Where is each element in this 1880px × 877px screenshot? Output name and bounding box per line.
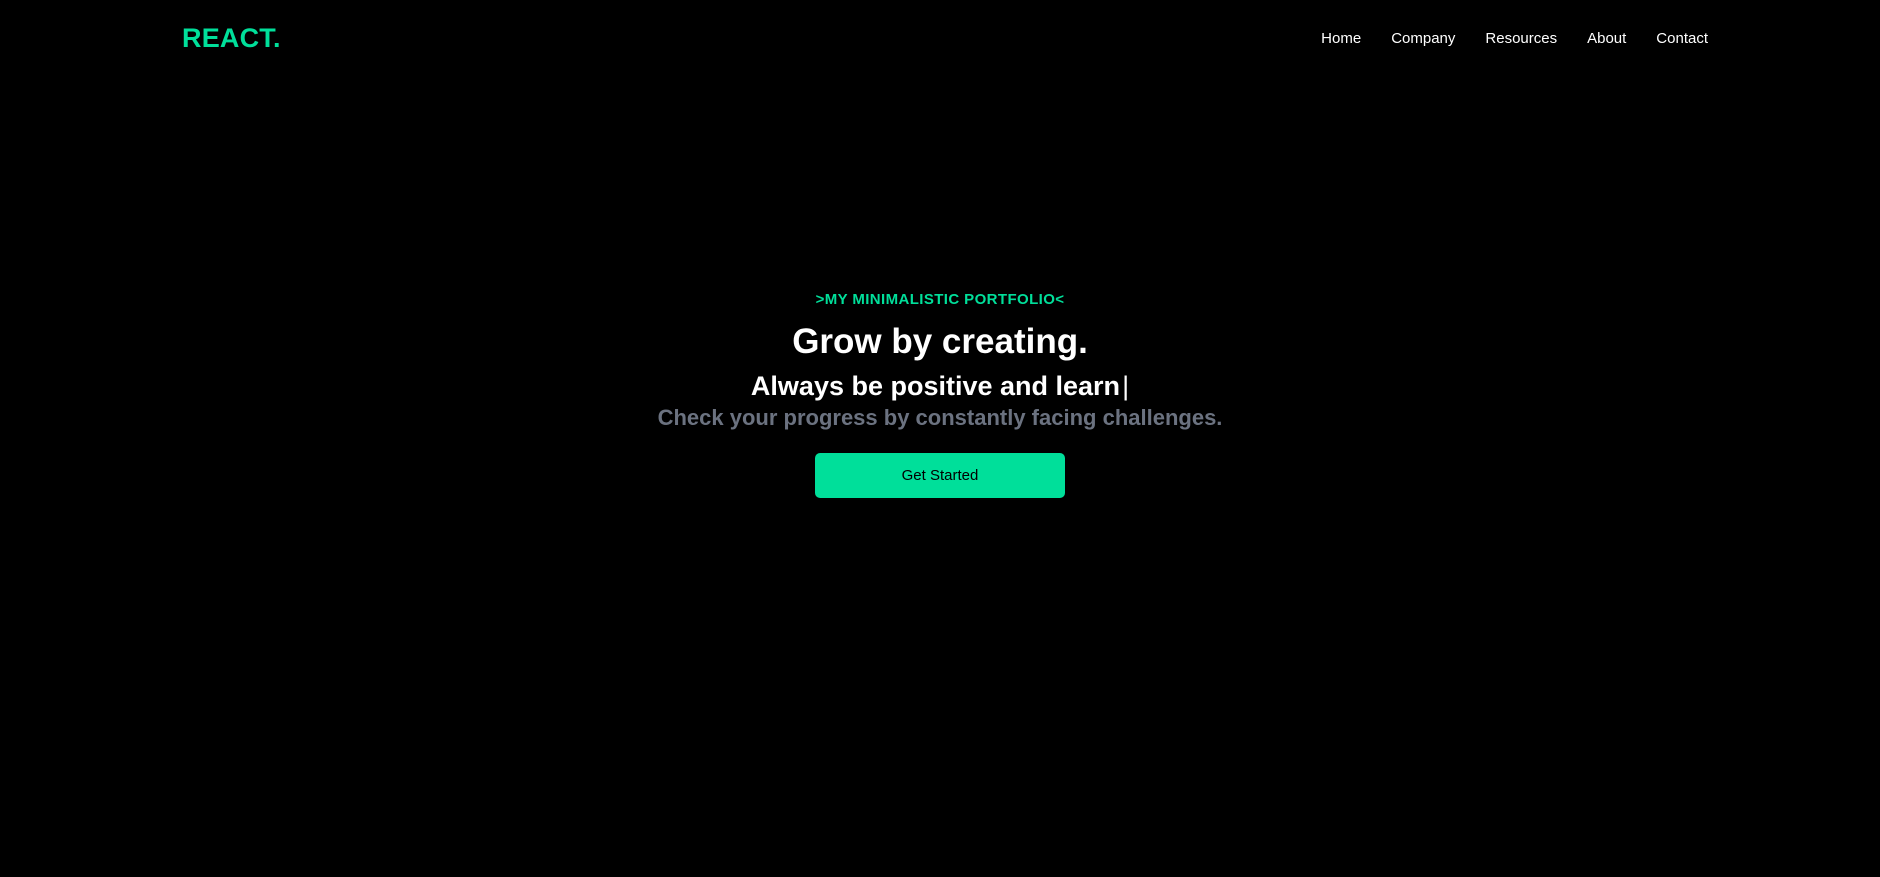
get-started-button[interactable]: Get Started [815, 453, 1065, 499]
typed-text-line: Always be positive and learn | [750, 370, 1130, 402]
hero-subline: Check your progress by constantly facing… [657, 405, 1223, 431]
typing-cursor: | [1122, 370, 1130, 401]
hero-headline: Grow by creating. [792, 321, 1088, 361]
hero-eyebrow: >MY MINIMALISTIC PORTFOLIO< [815, 290, 1065, 308]
hero-section: >MY MINIMALISTIC PORTFOLIO< Grow by crea… [0, 0, 1880, 877]
typed-text: Always be positive and learn [750, 370, 1121, 401]
